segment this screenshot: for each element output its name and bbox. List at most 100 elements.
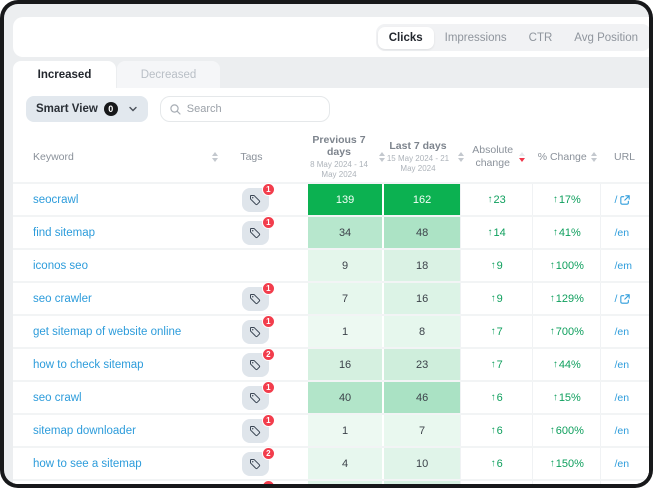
- previous-value-cell: 4: [308, 448, 384, 479]
- table-row: how to check sitemap 2 16 23 ↑7 ↑44% /en: [13, 349, 649, 382]
- url-cell: /em: [600, 250, 649, 281]
- up-arrow-icon: ↑: [550, 458, 555, 469]
- tag-count-badge: 2: [262, 348, 275, 361]
- up-arrow-icon: ↑: [491, 425, 496, 436]
- col-tags-label: Tags: [240, 151, 262, 163]
- url-link[interactable]: /en: [614, 458, 629, 470]
- table-row: [13, 481, 649, 484]
- up-arrow-icon: ↑: [550, 326, 555, 337]
- url-cell: /en: [600, 316, 649, 347]
- tag-button[interactable]: 1: [242, 320, 269, 344]
- smart-view-dropdown[interactable]: Smart View 0: [26, 96, 148, 122]
- sort-icon-percent[interactable]: [591, 152, 597, 162]
- keyword-link[interactable]: how to check sitemap: [33, 359, 144, 371]
- keyword-link[interactable]: seo crawler: [33, 293, 92, 305]
- tab-clicks[interactable]: Clicks: [378, 27, 434, 49]
- previous-value-cell: 1: [308, 316, 384, 347]
- external-link-icon: [620, 195, 630, 205]
- keyword-link[interactable]: seo crawl: [33, 392, 82, 404]
- col-last-dates: 15 May 2024 - 21 May 2024: [382, 154, 454, 174]
- previous-value-cell: 16: [308, 349, 384, 380]
- percent-change-cell: ↑150%: [532, 448, 600, 479]
- last-value-cell: 18: [384, 250, 460, 281]
- url-link[interactable]: /en: [614, 359, 629, 371]
- url-link[interactable]: /em: [614, 260, 632, 272]
- search-input[interactable]: [187, 103, 307, 115]
- tag-button[interactable]: 2: [242, 452, 269, 476]
- url-cell: /en: [600, 349, 649, 380]
- tab-increased[interactable]: Increased: [13, 61, 116, 88]
- up-arrow-icon: ↑: [553, 194, 558, 205]
- tab-decreased[interactable]: Decreased: [117, 61, 220, 88]
- url-cell: /en: [600, 217, 649, 248]
- url-link[interactable]: /: [614, 194, 630, 206]
- absolute-change-cell: ↑6: [460, 448, 532, 479]
- tag-count-badge: 1: [262, 183, 275, 196]
- keyword-link[interactable]: find sitemap: [33, 227, 95, 239]
- percent-change-cell: [532, 481, 600, 484]
- tab-ctr[interactable]: CTR: [518, 27, 564, 49]
- col-absolute-label: Absolute change: [471, 144, 515, 170]
- tag-button[interactable]: 1: [242, 386, 269, 410]
- keyword-link[interactable]: seocrawl: [33, 194, 78, 206]
- percent-change-cell: ↑700%: [532, 316, 600, 347]
- up-arrow-icon: ↑: [553, 392, 558, 403]
- col-keyword-label: Keyword: [33, 151, 74, 163]
- tag-button[interactable]: 1: [242, 188, 269, 212]
- external-link-icon: [620, 294, 630, 304]
- tag-count-badge: [262, 480, 275, 485]
- last-value-cell: 162: [384, 184, 460, 215]
- search-box[interactable]: [160, 96, 330, 122]
- tab-avg-position[interactable]: Avg Position: [563, 27, 649, 49]
- last-value-cell: 23: [384, 349, 460, 380]
- tab-impressions[interactable]: Impressions: [434, 27, 518, 49]
- up-arrow-icon: ↑: [491, 260, 496, 271]
- last-value-cell: 48: [384, 217, 460, 248]
- percent-change-cell: ↑41%: [532, 217, 600, 248]
- tag-button[interactable]: 1: [242, 419, 269, 443]
- up-arrow-icon: ↑: [491, 359, 496, 370]
- col-percent-label: % Change: [538, 151, 587, 163]
- previous-value-cell: 9: [308, 250, 384, 281]
- up-arrow-icon: ↑: [488, 194, 493, 205]
- absolute-change-cell: ↑6: [460, 415, 532, 446]
- previous-value-cell: 40: [308, 382, 384, 413]
- absolute-change-cell: ↑9: [460, 250, 532, 281]
- absolute-change-cell: ↑14: [460, 217, 532, 248]
- up-arrow-icon: ↑: [550, 425, 555, 436]
- last-value-cell: 16: [384, 283, 460, 314]
- col-url-label: URL: [614, 151, 635, 163]
- keyword-link[interactable]: get sitemap of website online: [33, 326, 181, 338]
- percent-change-cell: ↑600%: [532, 415, 600, 446]
- url-link[interactable]: /en: [614, 392, 629, 404]
- tag-button[interactable]: 1: [242, 221, 269, 245]
- percent-change-cell: ↑100%: [532, 250, 600, 281]
- smart-view-label: Smart View: [36, 103, 98, 115]
- sort-icon-keyword[interactable]: [212, 152, 218, 162]
- url-cell: /en: [600, 448, 649, 479]
- smart-view-count-badge: 0: [104, 102, 118, 116]
- keyword-link[interactable]: sitemap downloader: [33, 425, 136, 437]
- table-row: seo crawler 1 7 16 ↑9 ↑129% /: [13, 283, 649, 316]
- tag-icon: [249, 293, 261, 305]
- url-cell: /: [600, 283, 649, 314]
- url-link[interactable]: /en: [614, 425, 629, 437]
- tag-icon: [249, 194, 261, 206]
- sort-icon-absolute-active[interactable]: [519, 152, 525, 162]
- keyword-link[interactable]: how to see a sitemap: [33, 458, 142, 470]
- keyword-link[interactable]: iconos seo: [33, 260, 88, 272]
- tag-icon: [249, 326, 261, 338]
- url-link[interactable]: /en: [614, 326, 629, 338]
- tag-button[interactable]: 1: [242, 287, 269, 311]
- absolute-change-cell: ↑9: [460, 283, 532, 314]
- url-link[interactable]: /en: [614, 227, 629, 239]
- url-link[interactable]: /: [614, 293, 630, 305]
- up-arrow-icon: ↑: [491, 293, 496, 304]
- table-row: sitemap downloader 1 1 7 ↑6 ↑600% /en: [13, 415, 649, 448]
- keywords-table: Keyword Tags Previous 7 days 8 May 2024 …: [13, 132, 649, 484]
- up-arrow-icon: ↑: [550, 293, 555, 304]
- tag-button[interactable]: 2: [242, 353, 269, 377]
- percent-change-cell: ↑129%: [532, 283, 600, 314]
- metric-toolbar: Clicks Impressions CTR Avg Position: [13, 17, 649, 57]
- absolute-change-cell: ↑7: [460, 316, 532, 347]
